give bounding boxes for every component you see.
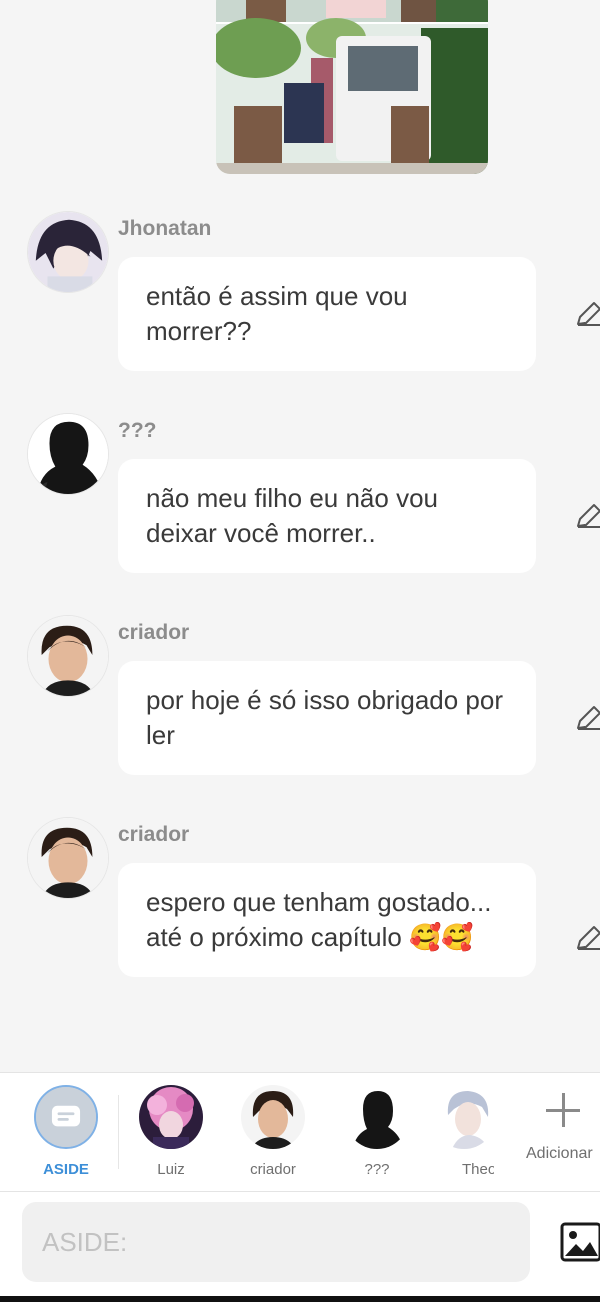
pink-hair-avatar [139, 1085, 203, 1149]
character-unknown[interactable]: ??? [332, 1085, 422, 1178]
character-bar: ASIDE Luiz criador ??? Theo Adicionar [0, 1072, 600, 1192]
silhouette-avatar [345, 1085, 409, 1149]
silhouette-avatar[interactable] [27, 413, 109, 495]
pencil-icon[interactable] [574, 923, 600, 953]
message-bubble[interactable]: não meu filho eu não vou deixar você mor… [118, 459, 536, 573]
nav-bar-strip [0, 1296, 600, 1302]
sender-name: criador [118, 621, 190, 644]
character-theo[interactable]: Theo [432, 1085, 494, 1178]
plus-icon [544, 1085, 584, 1137]
pencil-icon[interactable] [574, 501, 600, 531]
character-label: ??? [364, 1161, 390, 1178]
sender-name: criador [118, 823, 190, 846]
character-luiz[interactable]: Luiz [126, 1085, 216, 1178]
add-label: Adicionar [526, 1145, 593, 1162]
chat-feed: Jhonatan então é assim que vou morrer?? … [0, 0, 600, 1072]
pencil-icon[interactable] [574, 703, 600, 733]
man-photo-avatar[interactable] [27, 615, 109, 697]
message-bubble[interactable]: então é assim que vou morrer?? [118, 257, 536, 371]
message-bubble[interactable]: por hoje é só isso obrigado por ler [118, 661, 536, 775]
white-hair-avatar [432, 1085, 494, 1149]
character-label: Theo [462, 1161, 494, 1178]
anime-boy-dark-hair-avatar[interactable] [27, 211, 109, 293]
message-input[interactable] [22, 1202, 530, 1282]
composer [0, 1192, 600, 1296]
man-photo-avatar[interactable] [27, 817, 109, 899]
character-label: Luiz [157, 1161, 185, 1178]
chat-bubble-icon [34, 1085, 98, 1149]
character-label: criador [250, 1161, 296, 1178]
sender-name: Jhonatan [118, 217, 212, 240]
character-aside[interactable]: ASIDE [21, 1085, 111, 1178]
character-criador[interactable]: criador [228, 1085, 318, 1178]
message-bubble[interactable]: espero que tenham gostado... até o próxi… [118, 863, 536, 977]
sender-name: ??? [118, 419, 157, 442]
man-photo-avatar [241, 1085, 305, 1149]
divider [118, 1095, 119, 1169]
image-icon[interactable] [560, 1222, 600, 1262]
add-character-button[interactable]: Adicionar [526, 1085, 600, 1163]
character-label: ASIDE [43, 1161, 89, 1178]
image-message[interactable] [216, 0, 488, 174]
pencil-icon[interactable] [574, 299, 600, 329]
